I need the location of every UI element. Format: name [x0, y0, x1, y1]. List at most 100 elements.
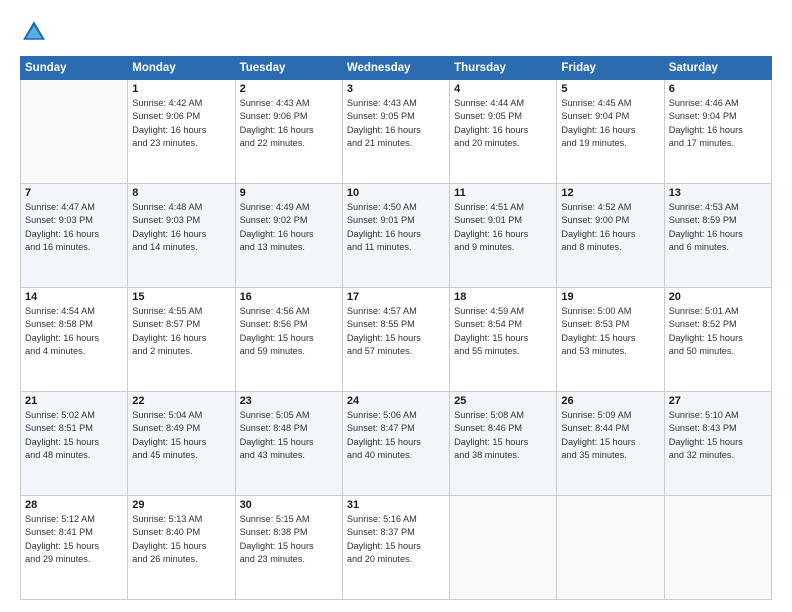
- week-row-1: 7Sunrise: 4:47 AM Sunset: 9:03 PM Daylig…: [21, 184, 772, 288]
- calendar-table: SundayMondayTuesdayWednesdayThursdayFrid…: [20, 56, 772, 600]
- day-info: Sunrise: 5:04 AM Sunset: 8:49 PM Dayligh…: [132, 409, 230, 462]
- day-number: 15: [132, 291, 230, 303]
- col-header-thursday: Thursday: [450, 57, 557, 80]
- day-number: 5: [561, 83, 659, 95]
- calendar-cell: 15 Sunrise: 4:55 AM Sunset: 8:57 PM Dayli…: [128, 288, 235, 392]
- col-header-tuesday: Tuesday: [235, 57, 342, 80]
- calendar-cell: 29 Sunrise: 5:13 AM Sunset: 8:40 PM Dayli…: [128, 496, 235, 600]
- calendar-cell: 6 Sunrise: 4:46 AM Sunset: 9:04 PM Daylig…: [664, 80, 771, 184]
- day-number: 26: [561, 395, 659, 407]
- calendar-cell: [450, 496, 557, 600]
- day-number: 22: [132, 395, 230, 407]
- day-info: Sunrise: 5:01 AM Sunset: 8:52 PM Dayligh…: [669, 305, 767, 358]
- day-number: 2: [240, 83, 338, 95]
- day-info: Sunrise: 5:16 AM Sunset: 8:37 PM Dayligh…: [347, 513, 445, 566]
- day-info: Sunrise: 4:52 AM Sunset: 9:00 PM Dayligh…: [561, 201, 659, 254]
- col-header-monday: Monday: [128, 57, 235, 80]
- calendar-cell: 24Sunrise: 5:06 AM Sunset: 8:47 PM Dayli…: [342, 392, 449, 496]
- calendar-cell: 22 Sunrise: 5:04 AM Sunset: 8:49 PM Dayli…: [128, 392, 235, 496]
- day-info: Sunrise: 5:10 AM Sunset: 8:43 PM Dayligh…: [669, 409, 767, 462]
- logo: [20, 18, 52, 46]
- day-info: Sunrise: 4:54 AM Sunset: 8:58 PM Dayligh…: [25, 305, 123, 358]
- calendar-cell: 1Sunrise: 4:42 AM Sunset: 9:06 PM Daylig…: [128, 80, 235, 184]
- week-row-3: 21 Sunrise: 5:02 AM Sunset: 8:51 PM Dayli…: [21, 392, 772, 496]
- day-number: 23: [240, 395, 338, 407]
- calendar-cell: 30 Sunrise: 5:15 AM Sunset: 8:38 PM Dayli…: [235, 496, 342, 600]
- calendar-cell: 28 Sunrise: 5:12 AM Sunset: 8:41 PM Dayli…: [21, 496, 128, 600]
- day-number: 29: [132, 499, 230, 511]
- calendar-cell: 23Sunrise: 5:05 AM Sunset: 8:48 PM Dayli…: [235, 392, 342, 496]
- calendar-cell: 16 Sunrise: 4:56 AM Sunset: 8:56 PM Dayli…: [235, 288, 342, 392]
- col-header-friday: Friday: [557, 57, 664, 80]
- day-number: 27: [669, 395, 767, 407]
- header: [20, 18, 772, 46]
- day-info: Sunrise: 4:48 AM Sunset: 9:03 PM Dayligh…: [132, 201, 230, 254]
- day-number: 9: [240, 187, 338, 199]
- day-number: 14: [25, 291, 123, 303]
- calendar-cell: 14 Sunrise: 4:54 AM Sunset: 8:58 PM Dayli…: [21, 288, 128, 392]
- day-number: 13: [669, 187, 767, 199]
- day-info: Sunrise: 4:45 AM Sunset: 9:04 PM Dayligh…: [561, 97, 659, 150]
- logo-icon: [20, 18, 48, 46]
- calendar-cell: [664, 496, 771, 600]
- day-number: 18: [454, 291, 552, 303]
- day-number: 11: [454, 187, 552, 199]
- day-info: Sunrise: 4:47 AM Sunset: 9:03 PM Dayligh…: [25, 201, 123, 254]
- day-info: Sunrise: 4:49 AM Sunset: 9:02 PM Dayligh…: [240, 201, 338, 254]
- day-info: Sunrise: 4:57 AM Sunset: 8:55 PM Dayligh…: [347, 305, 445, 358]
- day-number: 10: [347, 187, 445, 199]
- day-info: Sunrise: 4:46 AM Sunset: 9:04 PM Dayligh…: [669, 97, 767, 150]
- week-row-4: 28 Sunrise: 5:12 AM Sunset: 8:41 PM Dayli…: [21, 496, 772, 600]
- calendar-cell: 13Sunrise: 4:53 AM Sunset: 8:59 PM Dayli…: [664, 184, 771, 288]
- calendar-cell: 21 Sunrise: 5:02 AM Sunset: 8:51 PM Dayli…: [21, 392, 128, 496]
- calendar-cell: 20 Sunrise: 5:01 AM Sunset: 8:52 PM Dayli…: [664, 288, 771, 392]
- calendar-header-row: SundayMondayTuesdayWednesdayThursdayFrid…: [21, 57, 772, 80]
- day-number: 1: [132, 83, 230, 95]
- day-info: Sunrise: 5:12 AM Sunset: 8:41 PM Dayligh…: [25, 513, 123, 566]
- day-info: Sunrise: 5:08 AM Sunset: 8:46 PM Dayligh…: [454, 409, 552, 462]
- day-info: Sunrise: 4:44 AM Sunset: 9:05 PM Dayligh…: [454, 97, 552, 150]
- calendar-cell: 8 Sunrise: 4:48 AM Sunset: 9:03 PM Daylig…: [128, 184, 235, 288]
- calendar-cell: 17 Sunrise: 4:57 AM Sunset: 8:55 PM Dayli…: [342, 288, 449, 392]
- day-number: 31: [347, 499, 445, 511]
- day-number: 30: [240, 499, 338, 511]
- day-number: 25: [454, 395, 552, 407]
- day-number: 20: [669, 291, 767, 303]
- calendar-cell: 11Sunrise: 4:51 AM Sunset: 9:01 PM Dayli…: [450, 184, 557, 288]
- day-number: 16: [240, 291, 338, 303]
- calendar-cell: 19Sunrise: 5:00 AM Sunset: 8:53 PM Dayli…: [557, 288, 664, 392]
- calendar-cell: 12Sunrise: 4:52 AM Sunset: 9:00 PM Dayli…: [557, 184, 664, 288]
- day-number: 17: [347, 291, 445, 303]
- day-info: Sunrise: 4:43 AM Sunset: 9:05 PM Dayligh…: [347, 97, 445, 150]
- day-number: 24: [347, 395, 445, 407]
- calendar-cell: [557, 496, 664, 600]
- calendar-cell: 27 Sunrise: 5:10 AM Sunset: 8:43 PM Dayli…: [664, 392, 771, 496]
- day-info: Sunrise: 4:56 AM Sunset: 8:56 PM Dayligh…: [240, 305, 338, 358]
- day-info: Sunrise: 4:43 AM Sunset: 9:06 PM Dayligh…: [240, 97, 338, 150]
- day-number: 3: [347, 83, 445, 95]
- week-row-0: 1Sunrise: 4:42 AM Sunset: 9:06 PM Daylig…: [21, 80, 772, 184]
- calendar-cell: 9 Sunrise: 4:49 AM Sunset: 9:02 PM Daylig…: [235, 184, 342, 288]
- day-number: 21: [25, 395, 123, 407]
- week-row-2: 14 Sunrise: 4:54 AM Sunset: 8:58 PM Dayli…: [21, 288, 772, 392]
- calendar-cell: 18 Sunrise: 4:59 AM Sunset: 8:54 PM Dayli…: [450, 288, 557, 392]
- day-info: Sunrise: 5:02 AM Sunset: 8:51 PM Dayligh…: [25, 409, 123, 462]
- day-number: 8: [132, 187, 230, 199]
- calendar-cell: 5 Sunrise: 4:45 AM Sunset: 9:04 PM Daylig…: [557, 80, 664, 184]
- calendar-cell: 2 Sunrise: 4:43 AM Sunset: 9:06 PM Daylig…: [235, 80, 342, 184]
- day-number: 6: [669, 83, 767, 95]
- day-info: Sunrise: 5:15 AM Sunset: 8:38 PM Dayligh…: [240, 513, 338, 566]
- col-header-sunday: Sunday: [21, 57, 128, 80]
- day-info: Sunrise: 4:55 AM Sunset: 8:57 PM Dayligh…: [132, 305, 230, 358]
- calendar-cell: 10 Sunrise: 4:50 AM Sunset: 9:01 PM Dayli…: [342, 184, 449, 288]
- calendar-cell: 4Sunrise: 4:44 AM Sunset: 9:05 PM Daylig…: [450, 80, 557, 184]
- calendar-cell: 26Sunrise: 5:09 AM Sunset: 8:44 PM Dayli…: [557, 392, 664, 496]
- day-info: Sunrise: 4:50 AM Sunset: 9:01 PM Dayligh…: [347, 201, 445, 254]
- day-number: 28: [25, 499, 123, 511]
- day-info: Sunrise: 5:00 AM Sunset: 8:53 PM Dayligh…: [561, 305, 659, 358]
- day-info: Sunrise: 4:59 AM Sunset: 8:54 PM Dayligh…: [454, 305, 552, 358]
- calendar-cell: 25 Sunrise: 5:08 AM Sunset: 8:46 PM Dayli…: [450, 392, 557, 496]
- day-info: Sunrise: 5:13 AM Sunset: 8:40 PM Dayligh…: [132, 513, 230, 566]
- calendar-cell: 7Sunrise: 4:47 AM Sunset: 9:03 PM Daylig…: [21, 184, 128, 288]
- col-header-saturday: Saturday: [664, 57, 771, 80]
